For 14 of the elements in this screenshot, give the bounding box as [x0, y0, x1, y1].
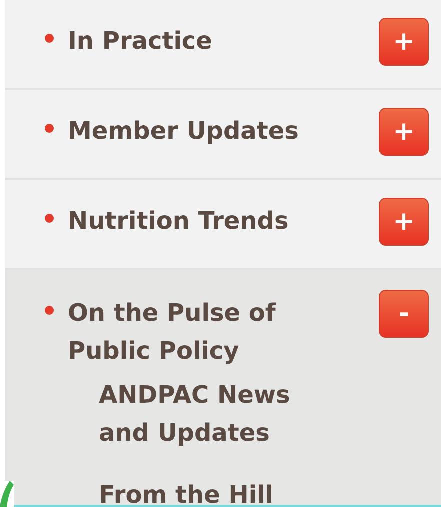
bullet-icon [45, 214, 54, 223]
section-title[interactable]: On the Pulse of Public Policy [68, 294, 379, 370]
toggle-button[interactable]: + [379, 18, 429, 66]
submenu-link[interactable]: ANDPAC News and Updates [99, 376, 329, 452]
section-title[interactable]: Member Updates [68, 112, 379, 150]
section-title[interactable]: In Practice [68, 22, 379, 60]
submenu-link[interactable]: From the Hill [99, 476, 329, 507]
bullet-icon [45, 306, 54, 315]
toggle-button[interactable]: + [379, 198, 429, 246]
toggle-button[interactable]: - [379, 290, 429, 338]
bullet-icon [45, 124, 54, 133]
section-title[interactable]: Nutrition Trends [68, 202, 379, 240]
bullet-icon [45, 34, 54, 43]
toggle-button[interactable]: + [379, 108, 429, 156]
